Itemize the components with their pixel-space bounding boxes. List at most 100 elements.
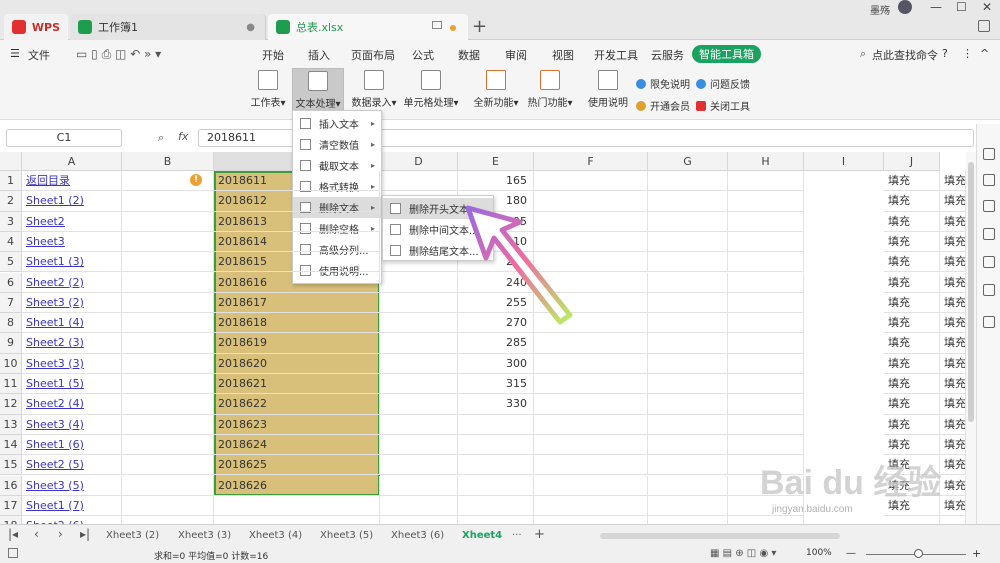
avatar[interactable] <box>898 0 912 14</box>
filter-icon[interactable] <box>983 228 995 240</box>
cell[interactable] <box>648 292 728 314</box>
cell[interactable] <box>122 475 214 496</box>
cell[interactable] <box>122 516 214 524</box>
fill-cell[interactable]: 填充 <box>940 434 966 456</box>
fill-cell[interactable]: 填充 <box>940 272 966 293</box>
cell[interactable] <box>648 475 728 496</box>
row-header[interactable]: 6 <box>0 272 22 293</box>
row-header[interactable]: 7 <box>0 292 22 314</box>
row-header[interactable]: 9 <box>0 333 22 354</box>
sheet-link-cell[interactable]: Sheet2 (6) <box>22 516 122 524</box>
free-info-button[interactable]: 限免说明 <box>636 76 690 91</box>
menu-page-layout[interactable]: 页面布局 <box>351 47 395 63</box>
fill-cell[interactable]: 填充 <box>940 353 966 374</box>
cell[interactable] <box>122 455 214 476</box>
tab-workbook1[interactable]: 工作簿1 ● <box>70 14 266 40</box>
zoom-slider-handle[interactable] <box>914 549 923 558</box>
date-cell[interactable]: 2018626 <box>214 475 380 496</box>
style-icon[interactable] <box>983 174 995 186</box>
cell[interactable] <box>380 495 458 517</box>
add-sheet-button[interactable]: + <box>534 527 545 542</box>
monitor-icon[interactable] <box>432 21 442 29</box>
number-cell[interactable]: 330 <box>458 394 534 415</box>
cell[interactable] <box>380 171 458 192</box>
date-cell[interactable]: 2018618 <box>214 313 380 334</box>
cell[interactable] <box>122 191 214 212</box>
number-cell[interactable]: 300 <box>458 353 534 374</box>
cell[interactable] <box>534 394 648 415</box>
upload-icon[interactable] <box>983 284 995 296</box>
first-sheet-icon[interactable]: |◂ <box>8 527 18 541</box>
date-cell[interactable]: 2018613 <box>214 211 380 232</box>
date-cell[interactable]: 2018611 <box>214 171 380 192</box>
last-sheet-icon[interactable]: ▸| <box>80 527 90 541</box>
menu-data[interactable]: 数据 <box>458 47 480 63</box>
settings-icon[interactable] <box>983 256 995 268</box>
cell[interactable] <box>728 252 804 273</box>
sheet-link-cell[interactable]: Sheet1 (2) <box>22 191 122 212</box>
text-processing-button[interactable]: 文本处理▾ <box>292 68 344 116</box>
column-header[interactable]: F <box>534 152 648 171</box>
feedback-button[interactable]: 问题反馈 <box>696 76 750 91</box>
cell[interactable] <box>122 374 214 395</box>
cell[interactable] <box>648 171 728 192</box>
vertical-scrollbar[interactable] <box>966 152 976 524</box>
maximize-icon[interactable]: ☐ <box>956 0 967 14</box>
fill-cell[interactable]: 填充 <box>940 414 966 435</box>
cell[interactable] <box>380 394 458 415</box>
cell[interactable] <box>728 211 804 232</box>
cell[interactable] <box>648 394 728 415</box>
sheet-link-cell[interactable]: Sheet1 (5) <box>22 374 122 395</box>
cell[interactable] <box>728 434 804 456</box>
date-cell[interactable]: 2018621 <box>214 374 380 395</box>
cell[interactable] <box>534 516 648 524</box>
cell[interactable] <box>122 353 214 374</box>
menu-cloud[interactable]: 云服务 <box>651 47 684 63</box>
sheet-link-cell[interactable]: Sheet1 (6) <box>22 434 122 456</box>
fill-cell[interactable]: 填充 <box>940 231 966 253</box>
cell[interactable] <box>728 414 804 435</box>
row-header[interactable]: 18 <box>0 516 22 524</box>
fill-cell[interactable]: 填充 <box>884 434 940 456</box>
scroll-thumb[interactable] <box>968 162 974 422</box>
fill-cell[interactable]: 填充 <box>884 353 940 374</box>
fill-cell[interactable]: 填充 <box>884 191 940 212</box>
date-cell[interactable]: 2018615 <box>214 252 380 273</box>
cell[interactable] <box>380 272 458 293</box>
cell[interactable] <box>728 292 804 314</box>
sheet-link-cell[interactable]: Sheet2 (5) <box>22 455 122 476</box>
date-cell[interactable]: 2018617 <box>214 292 380 314</box>
fill-cell[interactable]: 填充 <box>940 191 966 212</box>
fill-cell[interactable]: 填充 <box>884 414 940 435</box>
fill-cell[interactable]: 填充 <box>940 495 966 517</box>
cell[interactable] <box>534 374 648 395</box>
cell[interactable] <box>122 292 214 314</box>
sheet-link-cell[interactable]: Sheet2 <box>22 211 122 232</box>
cell[interactable] <box>458 434 534 456</box>
prev-sheet-icon[interactable]: ‹ <box>34 527 39 541</box>
row-header[interactable]: 14 <box>0 434 22 456</box>
fill-cell[interactable]: 填充 <box>940 455 966 476</box>
horizontal-scrollbar[interactable] <box>600 533 840 539</box>
sheet-tab[interactable]: Xheet3 (3) <box>178 530 231 541</box>
cell[interactable] <box>534 353 648 374</box>
sidebar-toggle-icon[interactable] <box>978 20 990 32</box>
more-sheets-icon[interactable]: ··· <box>512 530 522 541</box>
cell[interactable] <box>122 272 214 293</box>
fill-cell[interactable]: 填充 <box>884 313 940 334</box>
row-header[interactable]: 13 <box>0 414 22 435</box>
row-header[interactable]: 11 <box>0 374 22 395</box>
new-tab-button[interactable]: + <box>472 16 487 37</box>
cell[interactable] <box>380 434 458 456</box>
fill-cell[interactable]: 填充 <box>884 374 940 395</box>
number-cell[interactable]: 315 <box>458 374 534 395</box>
next-sheet-icon[interactable]: › <box>58 527 63 541</box>
sheet-link-cell[interactable]: Sheet3 (3) <box>22 353 122 374</box>
fill-cell[interactable]: 填充 <box>884 171 940 192</box>
cell[interactable] <box>380 333 458 354</box>
cell[interactable] <box>122 333 214 354</box>
cell[interactable] <box>728 394 804 415</box>
cursor-icon[interactable] <box>983 148 995 160</box>
cell[interactable] <box>458 495 534 517</box>
cell[interactable] <box>380 516 458 524</box>
